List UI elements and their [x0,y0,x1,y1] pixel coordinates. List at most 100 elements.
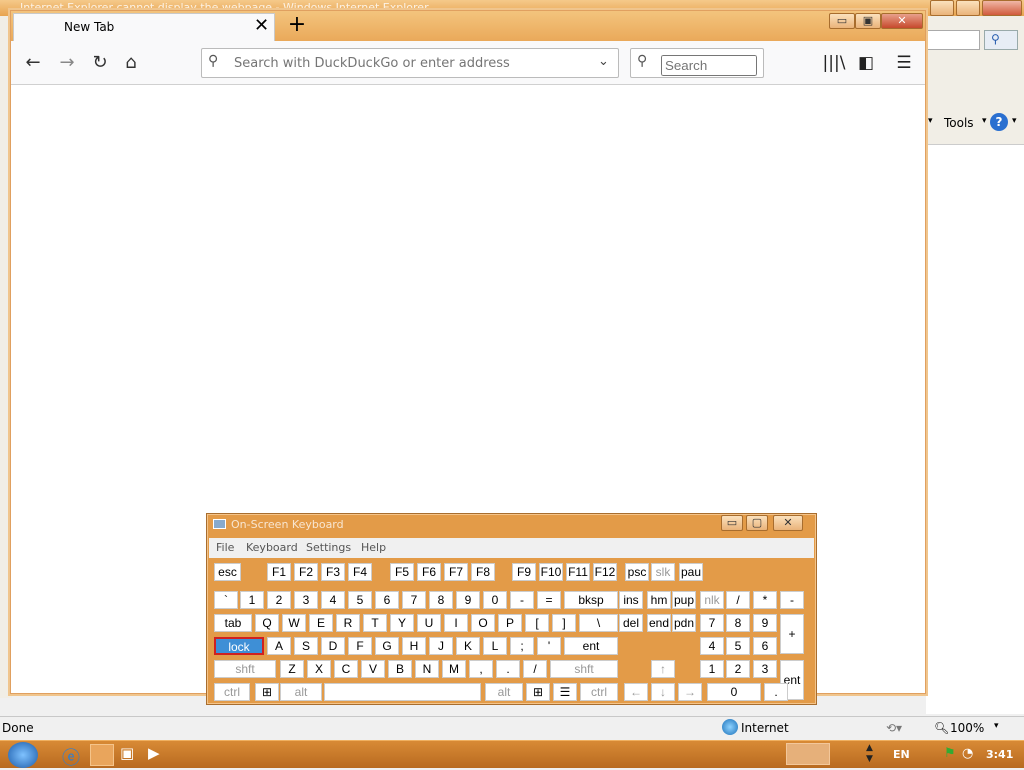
key-l[interactable]: L [483,637,507,655]
key-pup[interactable]: pup [672,591,696,609]
key-symbol[interactable]: ; [510,637,534,655]
key-o[interactable]: O [471,614,495,632]
key-hm[interactable]: hm [647,591,671,609]
key-p[interactable]: P [498,614,522,632]
key-4[interactable]: 4 [700,637,724,655]
key-f11[interactable]: F11 [566,563,590,581]
key-f[interactable]: F [348,637,372,655]
language-indicator[interactable]: EN [893,748,910,761]
key-f5[interactable]: F5 [390,563,414,581]
key-6[interactable]: 6 [753,637,777,655]
restore-button[interactable]: ▣ [855,13,881,29]
forward-icon[interactable]: → [55,51,79,75]
key-symbol[interactable]: ` [214,591,238,609]
key-3[interactable]: 3 [294,591,318,609]
ie-restore-button[interactable] [956,0,980,16]
key-symbol[interactable]: = [537,591,561,609]
key-symbol[interactable]: \ [579,614,618,632]
key-f3[interactable]: F3 [321,563,345,581]
key-pau[interactable]: pau [679,563,703,581]
key-6[interactable]: 6 [375,591,399,609]
key-2[interactable]: 2 [267,591,291,609]
key-bksp[interactable]: bksp [564,591,618,609]
key-n[interactable]: N [415,660,439,678]
key-symbol[interactable]: ← [624,683,648,701]
volume-icon[interactable]: ◔ [962,746,973,761]
key-f12[interactable]: F12 [593,563,617,581]
key-f6[interactable]: F6 [417,563,441,581]
library-icon[interactable]: |||\ [822,51,846,75]
key-ins[interactable]: ins [619,591,643,609]
key-symbol[interactable]: ⊞ [526,683,550,701]
search-bar[interactable]: ⚲ [630,48,764,78]
key-pdn[interactable]: pdn [672,614,696,632]
key-5[interactable]: 5 [726,637,750,655]
key-end[interactable]: end [647,614,671,632]
clock[interactable]: 3:41 [986,748,1013,761]
taskbar-scroll-arrows[interactable]: ▲ ▼ [866,743,880,765]
key-s[interactable]: S [294,637,318,655]
key-y[interactable]: Y [390,614,414,632]
tab-new-tab[interactable]: New Tab ✕ [13,13,275,41]
key-h[interactable]: H [402,637,426,655]
key-g[interactable]: G [375,637,399,655]
key-space[interactable] [324,683,481,701]
ie-search-button[interactable]: ⚲ [984,30,1018,50]
key-symbol[interactable]: → [678,683,702,701]
key-d[interactable]: D [321,637,345,655]
key-symbol[interactable]: ' [537,637,561,655]
menu-icon[interactable]: ☰ [892,51,916,75]
help-icon[interactable]: ? [990,113,1008,131]
key-symbol[interactable]: / [726,591,750,609]
key-alt[interactable]: alt [485,683,523,701]
back-icon[interactable]: ← [21,51,45,75]
key-0[interactable]: 0 [483,591,507,609]
ie-taskbar-icon[interactable]: ⓔ [62,744,86,769]
key-a[interactable]: A [267,637,291,655]
key-i[interactable]: I [444,614,468,632]
key-f4[interactable]: F4 [348,563,372,581]
key-symbol[interactable]: * [753,591,777,609]
url-input[interactable] [232,55,582,72]
key-u[interactable]: U [417,614,441,632]
key-shft[interactable]: shft [214,660,276,678]
key-2[interactable]: 2 [726,660,750,678]
key-f7[interactable]: F7 [444,563,468,581]
key-psc[interactable]: psc [625,563,649,581]
chevron-down-icon[interactable]: ⌄ [598,54,609,69]
key-del[interactable]: del [619,614,643,632]
key-f10[interactable]: F10 [539,563,563,581]
key-9[interactable]: 9 [753,614,777,632]
key-4[interactable]: 4 [321,591,345,609]
close-button[interactable]: ✕ [881,13,923,29]
key-esc[interactable]: esc [214,563,241,581]
key-f1[interactable]: F1 [267,563,291,581]
explorer-taskbar-icon[interactable]: ▣ [120,744,144,766]
key-t[interactable]: T [363,614,387,632]
key-7[interactable]: 7 [402,591,426,609]
key-symbol[interactable]: / [523,660,547,678]
firefox-taskbar-icon[interactable] [90,744,114,766]
key-1[interactable]: 1 [240,591,264,609]
key-8[interactable]: 8 [726,614,750,632]
minimize-button[interactable]: ▭ [829,13,855,29]
key-5[interactable]: 5 [348,591,372,609]
ie-minimize-button[interactable] [930,0,954,16]
reload-icon[interactable]: ↻ [88,51,112,75]
key-nlk[interactable]: nlk [700,591,724,609]
ie-tools-menu[interactable]: Tools [944,116,974,130]
key-j[interactable]: J [429,637,453,655]
close-icon[interactable]: ✕ [254,17,269,35]
key-slk[interactable]: slk [651,563,675,581]
home-icon[interactable]: ⌂ [119,51,143,75]
key-symbol[interactable]: ] [552,614,576,632]
key-symbol[interactable]: ☰ [553,683,577,701]
key-e[interactable]: E [309,614,333,632]
key-symbol[interactable]: - [780,591,804,609]
key-symbol[interactable]: + [780,614,804,654]
key-1[interactable]: 1 [700,660,724,678]
key-symbol[interactable]: ↓ [651,683,675,701]
key-symbol[interactable]: [ [525,614,549,632]
address-bar[interactable]: ⚲ ⌄ [201,48,619,78]
media-player-taskbar-icon[interactable]: ▶ [148,744,172,766]
